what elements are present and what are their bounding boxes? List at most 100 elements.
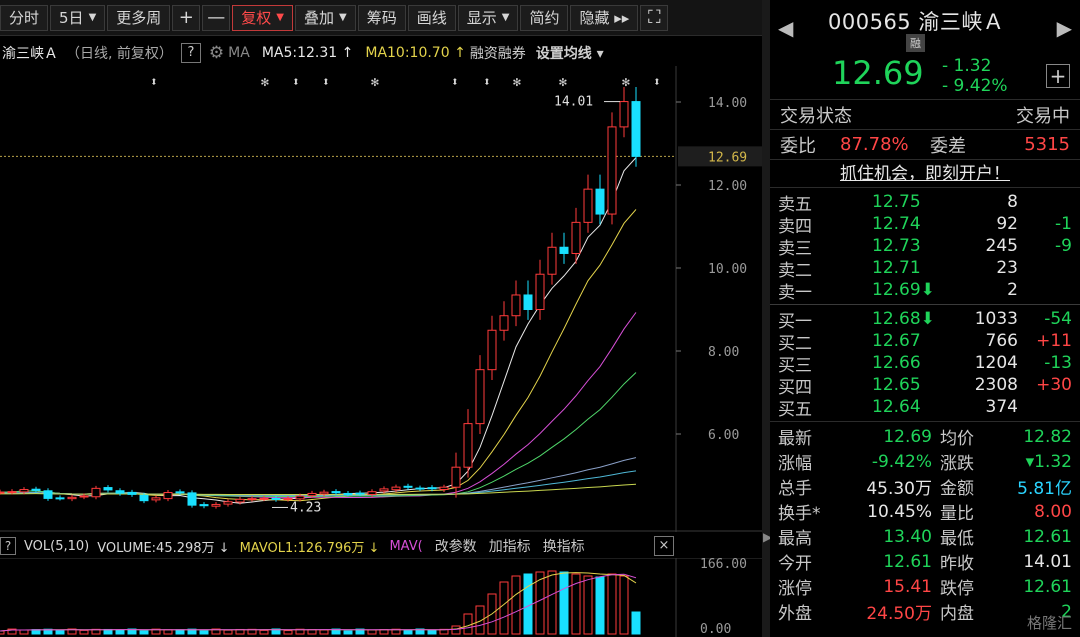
add-indicator-button[interactable]: 加指标 xyxy=(489,536,531,556)
stats-n2: 金额 xyxy=(940,479,974,499)
toolbar-item-label: 隐藏 ▸▸ xyxy=(579,9,630,27)
event-marker-icon: ✻ xyxy=(261,75,269,90)
event-marker-icon: ✻ xyxy=(513,75,521,90)
stats-v1: 24.50万 xyxy=(866,604,932,624)
stats-v1: 10.45% xyxy=(867,501,932,522)
volume-bar xyxy=(559,571,569,635)
toolbar-item-7[interactable]: 筹码 xyxy=(357,4,406,31)
gear-icon[interactable]: ⚙ xyxy=(209,43,224,63)
buy-delta: +11 xyxy=(1036,331,1072,351)
stats-n1: 外盘 xyxy=(778,604,812,624)
sell-qty: 92 xyxy=(996,214,1018,234)
candle xyxy=(619,87,629,138)
candle xyxy=(583,174,593,233)
volume-bar xyxy=(115,629,125,635)
toolbar-item-label: 画线 xyxy=(416,9,447,27)
toolbar-item-5[interactable]: 复权 ▼ xyxy=(232,4,293,31)
event-marker-icon: ⬍ xyxy=(292,75,300,90)
volume-chart[interactable]: 166.00 0.00 xyxy=(0,558,762,637)
add-watchlist-button[interactable]: + xyxy=(1046,64,1070,88)
stats-v2: 8.00 xyxy=(1034,501,1072,522)
stats-n1: 换手* xyxy=(778,504,821,524)
ma10-value: MA10:10.70 ↑ xyxy=(365,45,466,61)
buy-level-row[interactable]: 买二 12.67 766 +11 xyxy=(770,330,1080,354)
event-marker-icon: ⬍ xyxy=(483,75,491,90)
stats-v1: 12.61 xyxy=(883,551,932,572)
current-price-tag: 12.69 xyxy=(708,150,747,165)
close-icon[interactable]: × xyxy=(654,536,674,556)
candle xyxy=(487,315,497,381)
prev-stock-icon[interactable]: ◀ xyxy=(778,16,793,40)
sell-qty: 2 xyxy=(1007,280,1018,300)
ma20-line xyxy=(0,312,637,499)
watermark-logo: 格隆汇 xyxy=(1026,614,1072,632)
quote-panel: ◀ 000565 渝三峡Ａ 融 ▶ 12.69 - 1.32 - 9.42% +… xyxy=(770,0,1080,637)
candle xyxy=(439,484,449,492)
switch-indicator-button[interactable]: 换指标 xyxy=(543,536,585,556)
candle xyxy=(523,280,533,320)
buy-level-row[interactable]: 买一 12.68⬇ 1033 -54 xyxy=(770,308,1080,332)
buy-level-row[interactable]: 买三 12.66 1204 -13 xyxy=(770,352,1080,376)
stats-table: 最新 12.69 均价 12.82 涨幅 -9.42% 涨跌 ▾1.32 总手 45.30万 金额 5… xyxy=(770,422,1080,625)
toolbar-item-6[interactable]: 叠加 ▼ xyxy=(295,4,356,31)
toolbar-item-8[interactable]: 画线 xyxy=(407,4,456,31)
caret-down-icon: ▼ xyxy=(501,12,510,23)
toolbar-item-label: 更多周 xyxy=(116,9,162,27)
help-button[interactable]: ? xyxy=(180,43,201,63)
toolbar-item-0[interactable]: 分时 xyxy=(0,4,49,31)
stats-v1: 13.40 xyxy=(883,526,932,547)
toolbar-item-1[interactable]: 5日 ▼ xyxy=(50,4,106,31)
stats-v2: 14.01 xyxy=(1023,551,1072,572)
stats-n2: 最低 xyxy=(940,529,974,549)
stats-v2: 12.82 xyxy=(1023,426,1072,447)
stock-code-name: 000565 渝三峡Ａ xyxy=(828,10,1005,34)
candle xyxy=(607,112,617,225)
low-annotation: 4.23 xyxy=(290,500,321,515)
sell-level-row[interactable]: 卖三 12.73 245 -9 xyxy=(770,235,1080,259)
buy-level-row[interactable]: 买四 12.65 2308 +30 xyxy=(770,374,1080,398)
sell-level-row[interactable]: 卖一 12.69⬇ 2 xyxy=(770,279,1080,303)
volume-bar xyxy=(367,629,377,635)
trade-status-row: 交易状态 交易中 xyxy=(770,100,1080,130)
quote-header: ◀ 000565 渝三峡Ａ 融 ▶ 12.69 - 1.32 - 9.42% + xyxy=(770,0,1080,100)
toolbar-item-9[interactable]: 显示 ▼ xyxy=(457,4,519,31)
toolbar-item-3[interactable]: + xyxy=(172,4,201,31)
volume-help-button[interactable]: ? xyxy=(0,537,16,555)
sell-name: 卖一 xyxy=(778,282,812,303)
buy-qty: 1033 xyxy=(974,309,1018,329)
volume-bar xyxy=(451,625,461,635)
margin-trading-button[interactable]: 融资融券 xyxy=(470,43,526,63)
buy-price: 12.67 xyxy=(872,331,921,351)
sell-level-row[interactable]: 卖五 12.75 8 xyxy=(770,191,1080,215)
change-param-button[interactable]: 改参数 xyxy=(435,536,477,556)
toolbar-item-4[interactable]: — xyxy=(202,4,231,31)
high-annotation: 14.01 xyxy=(554,95,593,110)
volume-bar xyxy=(55,630,65,635)
sell-level-row[interactable]: 卖二 12.71 23 xyxy=(770,257,1080,281)
candlestick-chart[interactable]: ⬍ ✻ ⬍ ⬍ ✻ ⬍ ⬍ ✻ ✻ ✻ ⬍ 14.00 12.00 10.00 8.00 6.00 12.69… xyxy=(0,66,762,532)
toolbar-item-11[interactable]: 隐藏 ▸▸ xyxy=(570,4,639,31)
set-ma-button[interactable]: 设置均线 ▾ xyxy=(536,43,604,63)
open-account-link[interactable]: 抓住机会，即刻开户！ xyxy=(840,164,1010,184)
next-stock-icon[interactable]: ▶ xyxy=(1057,16,1072,40)
panel-divider[interactable]: ▶ xyxy=(762,0,772,637)
toolbar-item-10[interactable]: 简约 xyxy=(520,4,569,31)
y-tick-label: 14.00 xyxy=(708,96,747,111)
stats-v2: 12.61 xyxy=(1023,576,1072,597)
stats-n1: 最新 xyxy=(778,429,812,449)
ma30-line xyxy=(0,372,637,498)
stats-v1: 15.41 xyxy=(883,576,932,597)
stats-n2: 量比 xyxy=(940,504,974,524)
buy-level-row[interactable]: 买五 12.64 374 xyxy=(770,396,1080,420)
volume-bar xyxy=(259,629,269,635)
toolbar-item-label: + xyxy=(178,7,194,28)
buy-qty: 374 xyxy=(985,397,1018,417)
stats-n1: 总手 xyxy=(778,479,812,499)
margin-badge: 融 xyxy=(906,34,925,52)
sell-level-row[interactable]: 卖四 12.74 92 -1 xyxy=(770,213,1080,237)
toolbar-item-2[interactable]: 更多周 xyxy=(107,4,171,31)
toolbar-item-12[interactable]: ⛶ xyxy=(640,4,669,31)
volume-bar xyxy=(163,629,173,635)
volume-bar xyxy=(379,629,389,635)
buy-price: 12.65 xyxy=(872,375,921,395)
